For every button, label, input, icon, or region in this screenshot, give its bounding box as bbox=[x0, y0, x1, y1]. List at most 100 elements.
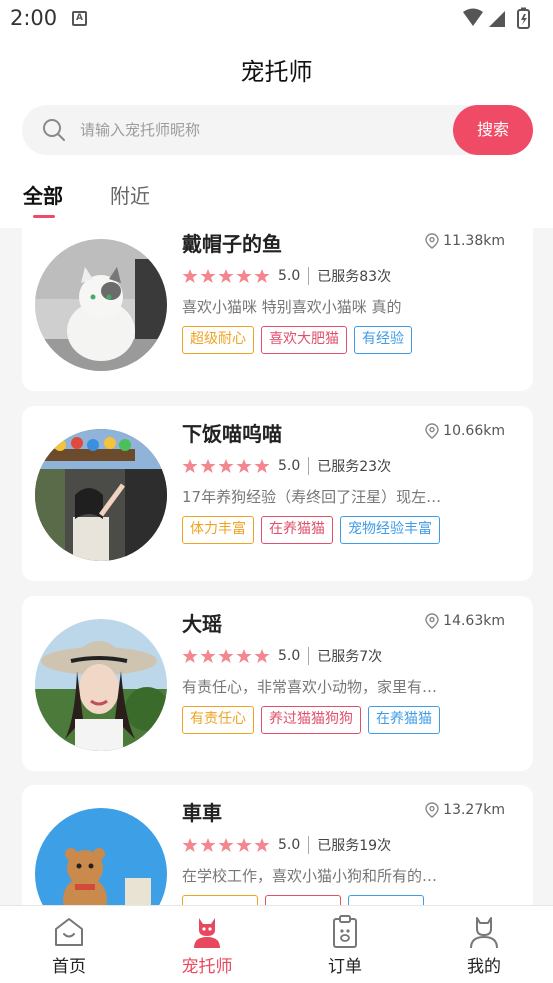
active-tab-indicator bbox=[33, 215, 55, 218]
distance: 14.63km bbox=[425, 613, 505, 629]
rating-score: 5.0 bbox=[278, 837, 301, 853]
star-rating bbox=[182, 458, 270, 474]
home-icon bbox=[55, 918, 83, 946]
served-count: 已服务23次 bbox=[317, 459, 392, 475]
search-input[interactable] bbox=[80, 115, 440, 145]
tag: 养过猫猫狗狗 bbox=[261, 706, 361, 734]
distance-value: 13.27km bbox=[443, 802, 505, 818]
system-status-icons bbox=[463, 7, 530, 29]
avatar bbox=[35, 239, 167, 371]
star-icon bbox=[254, 459, 270, 473]
rating-row: 5.0 已服务83次 bbox=[182, 265, 391, 287]
star-icon bbox=[236, 459, 252, 473]
tag: 体力丰富 bbox=[182, 516, 254, 544]
divider bbox=[308, 267, 310, 285]
star-icon bbox=[236, 269, 252, 283]
notification-a-icon: A bbox=[72, 11, 87, 26]
tag: 有经验 bbox=[354, 326, 412, 354]
divider bbox=[308, 457, 310, 475]
served-count: 已服务7次 bbox=[317, 649, 383, 665]
star-icon bbox=[182, 649, 198, 663]
star-icon bbox=[182, 269, 198, 283]
tag: 宠物经验丰富 bbox=[340, 516, 440, 544]
sitter-card[interactable]: 大瑶 14.63km 5.0 已服务7次 有责任心，非常喜欢小动物，家里有… 有… bbox=[22, 596, 533, 771]
star-icon bbox=[236, 838, 252, 852]
page-title: 宠托师 bbox=[240, 58, 313, 86]
star-icon bbox=[218, 459, 234, 473]
distance: 13.27km bbox=[425, 802, 505, 818]
star-rating bbox=[182, 837, 270, 853]
distance: 10.66km bbox=[425, 423, 505, 439]
sitter-name: 戴帽子的鱼 bbox=[182, 232, 282, 256]
distance-value: 14.63km bbox=[443, 613, 505, 629]
sitter-card[interactable]: 車車 13.27km 5.0 已服务19次 在学校工作，喜欢小猫小狗和所有的… bbox=[22, 785, 533, 905]
tag: 在养猫猫 bbox=[261, 516, 333, 544]
filter-tabs: 全部 附近 bbox=[0, 175, 553, 225]
location-pin-icon bbox=[425, 423, 439, 439]
tag-list: 有责任心 养过猫猫狗狗 在养猫猫 bbox=[182, 706, 440, 734]
distance-value: 11.38km bbox=[443, 233, 505, 249]
star-icon bbox=[200, 459, 216, 473]
star-icon bbox=[200, 838, 216, 852]
rating-row: 5.0 已服务7次 bbox=[182, 645, 382, 667]
order-icon bbox=[333, 915, 357, 948]
nav-home-label: 首页 bbox=[52, 957, 86, 977]
nav-home[interactable]: 首页 bbox=[9, 914, 129, 977]
nav-orders[interactable]: 订单 bbox=[285, 914, 405, 977]
search-button[interactable]: 搜索 bbox=[453, 105, 533, 155]
tab-nearby[interactable]: 附近 bbox=[110, 180, 150, 209]
status-bar: 2:00 A bbox=[0, 0, 553, 38]
tag: 超级耐心 bbox=[182, 326, 254, 354]
star-icon bbox=[182, 838, 198, 852]
nav-orders-label: 订单 bbox=[328, 957, 362, 977]
sitter-name: 下饭喵呜喵 bbox=[182, 422, 282, 446]
rating-score: 5.0 bbox=[278, 458, 301, 474]
star-rating bbox=[182, 648, 270, 664]
star-icon bbox=[254, 838, 270, 852]
sitter-name: 車車 bbox=[182, 801, 222, 825]
tag: 有责任心 bbox=[182, 706, 254, 734]
sitter-description: 有责任心，非常喜欢小动物，家里有… bbox=[182, 678, 438, 696]
star-icon bbox=[254, 269, 270, 283]
sitter-card[interactable]: 下饭喵呜喵 10.66km 5.0 已服务23次 17年养狗经验（寿终回了汪星）… bbox=[22, 406, 533, 581]
sitter-icon bbox=[194, 918, 220, 948]
profile-icon bbox=[470, 917, 498, 949]
sitter-name: 大瑶 bbox=[182, 612, 222, 636]
rating-row: 5.0 已服务23次 bbox=[182, 455, 391, 477]
distance: 11.38km bbox=[425, 233, 505, 249]
tag bbox=[182, 895, 258, 905]
star-icon bbox=[254, 649, 270, 663]
sitter-card[interactable]: 戴帽子的鱼 11.38km 5.0 已服务83次 喜欢小猫咪 特别喜欢小猫咪 真… bbox=[22, 228, 533, 391]
tag-list: 超级耐心 喜欢大肥猫 有经验 bbox=[182, 326, 412, 354]
tag: 喜欢大肥猫 bbox=[261, 326, 347, 354]
bottom-nav: 首页 宠托师 订单 我的 bbox=[0, 905, 553, 983]
nav-sitter-label: 宠托师 bbox=[181, 957, 233, 977]
divider bbox=[308, 836, 310, 854]
status-time: 2:00 bbox=[10, 6, 58, 30]
sitter-description: 喜欢小猫咪 特别喜欢小猫咪 真的 bbox=[182, 298, 402, 316]
nav-profile[interactable]: 我的 bbox=[424, 914, 544, 977]
sitter-description: 17年养狗经验（寿终回了汪星）现左… bbox=[182, 488, 442, 506]
star-icon bbox=[218, 838, 234, 852]
search-icon bbox=[43, 119, 65, 141]
location-pin-icon bbox=[425, 802, 439, 818]
avatar bbox=[35, 619, 167, 751]
sitter-description: 在学校工作，喜欢小猫小狗和所有的… bbox=[182, 867, 438, 885]
tag bbox=[348, 895, 424, 905]
distance-value: 10.66km bbox=[443, 423, 505, 439]
nav-profile-label: 我的 bbox=[467, 957, 501, 977]
rating-row: 5.0 已服务19次 bbox=[182, 834, 391, 856]
tag-list bbox=[182, 895, 424, 905]
star-icon bbox=[200, 649, 216, 663]
sitter-list[interactable]: 戴帽子的鱼 11.38km 5.0 已服务83次 喜欢小猫咪 特别喜欢小猫咪 真… bbox=[0, 228, 553, 905]
star-icon bbox=[218, 269, 234, 283]
nav-sitter[interactable]: 宠托师 bbox=[147, 914, 267, 977]
rating-score: 5.0 bbox=[278, 268, 301, 284]
tag bbox=[265, 895, 341, 905]
star-icon bbox=[236, 649, 252, 663]
star-rating bbox=[182, 268, 270, 284]
served-count: 已服务19次 bbox=[317, 838, 392, 854]
tab-all[interactable]: 全部 bbox=[23, 180, 63, 209]
rating-score: 5.0 bbox=[278, 648, 301, 664]
star-icon bbox=[182, 459, 198, 473]
